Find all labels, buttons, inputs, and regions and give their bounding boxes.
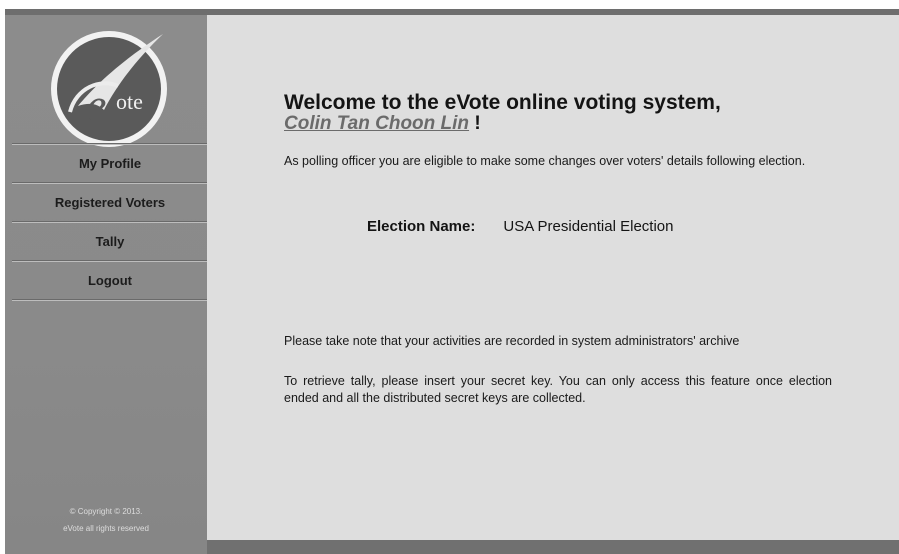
welcome-heading: Welcome to the eVote online voting syste…	[284, 91, 721, 114]
election-label: Election Name:	[367, 218, 476, 235]
election-value: USA Presidential Election	[503, 218, 674, 235]
svg-text:e: e	[86, 79, 106, 130]
sidebar-item-registered-voters[interactable]: Registered Voters	[12, 184, 208, 221]
user-name-link[interactable]: Colin Tan Choon Lin	[284, 113, 469, 134]
logo-text: ote	[116, 89, 143, 114]
copyright-line: © Copyright © 2013.	[69, 507, 143, 516]
copyright-line: eVote all rights reserved	[63, 524, 149, 533]
evote-logo: e ote	[48, 28, 170, 150]
page: e ote My Profile Registered Voters Tally…	[0, 0, 899, 554]
sidebar: e ote My Profile Registered Voters Tally…	[5, 15, 208, 554]
sidebar-item-logout[interactable]: Logout	[12, 262, 208, 299]
copyright: © Copyright © 2013. eVote all rights res…	[5, 503, 207, 537]
user-line: Colin Tan Choon Lin !	[284, 113, 481, 135]
main-content: Welcome to the eVote online voting syste…	[207, 15, 899, 540]
sidebar-item-my-profile[interactable]: My Profile	[12, 145, 208, 182]
sidebar-item-tally[interactable]: Tally	[12, 223, 208, 260]
user-suffix: !	[469, 113, 481, 134]
election-info: Election Name: USA Presidential Election	[367, 218, 673, 235]
nav-divider	[12, 299, 208, 301]
activity-note: Please take note that your activities ar…	[284, 334, 740, 348]
intro-text: As polling officer you are eligible to m…	[284, 154, 806, 168]
sidebar-nav: My Profile Registered Voters Tally Logou…	[12, 143, 208, 301]
bottom-border	[207, 540, 899, 554]
tally-info: To retrieve tally, please insert your se…	[284, 374, 832, 405]
